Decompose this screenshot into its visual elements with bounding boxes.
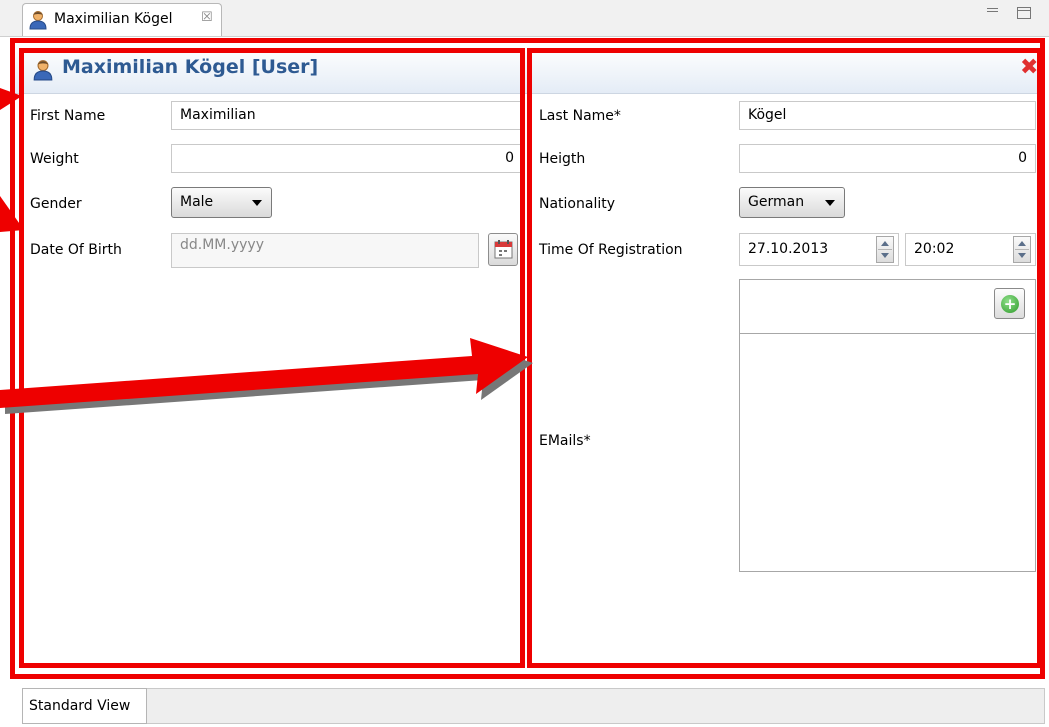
gender-select-value: Male bbox=[180, 194, 214, 210]
user-icon bbox=[32, 59, 54, 85]
height-label: Heigth bbox=[539, 151, 586, 167]
user-icon bbox=[29, 10, 47, 34]
editor-tabbar: Maximilian Kögel ☒ bbox=[0, 0, 1049, 37]
arrow-tip-middle bbox=[0, 196, 24, 232]
add-email-button[interactable]: + bbox=[994, 288, 1025, 319]
gender-select[interactable]: Male bbox=[171, 187, 272, 218]
editor-tab[interactable]: Maximilian Kögel ☒ bbox=[22, 3, 222, 36]
nationality-select[interactable]: German bbox=[739, 187, 845, 218]
form-header: Maximilian Kögel [User] ✖ bbox=[12, 47, 1044, 94]
tab-label: Maximilian Kögel bbox=[54, 11, 173, 27]
emails-label: EMails* bbox=[539, 433, 591, 449]
minimize-icon[interactable] bbox=[986, 7, 1000, 19]
calendar-button[interactable] bbox=[488, 233, 518, 266]
emails-list[interactable]: + bbox=[739, 279, 1036, 572]
highlight-left-column bbox=[19, 48, 525, 668]
last-name-field[interactable]: Kögel bbox=[739, 101, 1036, 130]
view-tabbar bbox=[22, 688, 1045, 724]
tab-standard-view[interactable]: Standard View bbox=[22, 688, 147, 724]
weight-label: Weight bbox=[30, 151, 79, 167]
arrow-main bbox=[0, 338, 528, 408]
close-icon[interactable]: ✖ bbox=[1020, 57, 1038, 79]
registration-label: Time Of Registration bbox=[539, 242, 683, 258]
dob-field[interactable]: dd.MM.yyyy bbox=[171, 233, 479, 268]
dob-label: Date Of Birth bbox=[30, 242, 122, 258]
registration-date-field[interactable]: 27.10.2013 bbox=[739, 233, 899, 266]
height-field[interactable]: 0 bbox=[739, 144, 1036, 173]
page-title: Maximilian Kögel [User] bbox=[62, 56, 319, 78]
last-name-label: Last Name* bbox=[539, 108, 621, 124]
chevron-down-icon bbox=[825, 200, 835, 206]
nationality-label: Nationality bbox=[539, 196, 616, 212]
first-name-field[interactable]: Maximilian bbox=[171, 101, 523, 130]
maximize-icon[interactable] bbox=[1017, 7, 1031, 19]
first-name-label: First Name bbox=[30, 108, 106, 124]
close-icon[interactable]: ☒ bbox=[201, 10, 213, 25]
spinner-icon[interactable] bbox=[876, 236, 894, 263]
calendar-icon bbox=[494, 239, 513, 263]
chevron-down-icon bbox=[252, 200, 262, 206]
spinner-icon[interactable] bbox=[1013, 236, 1031, 263]
arrow-shadow bbox=[5, 344, 533, 414]
nationality-select-value: German bbox=[748, 194, 805, 210]
weight-field[interactable]: 0 bbox=[171, 144, 523, 173]
gender-label: Gender bbox=[30, 196, 82, 212]
add-icon: + bbox=[1001, 295, 1019, 313]
emails-divider bbox=[740, 333, 1035, 334]
